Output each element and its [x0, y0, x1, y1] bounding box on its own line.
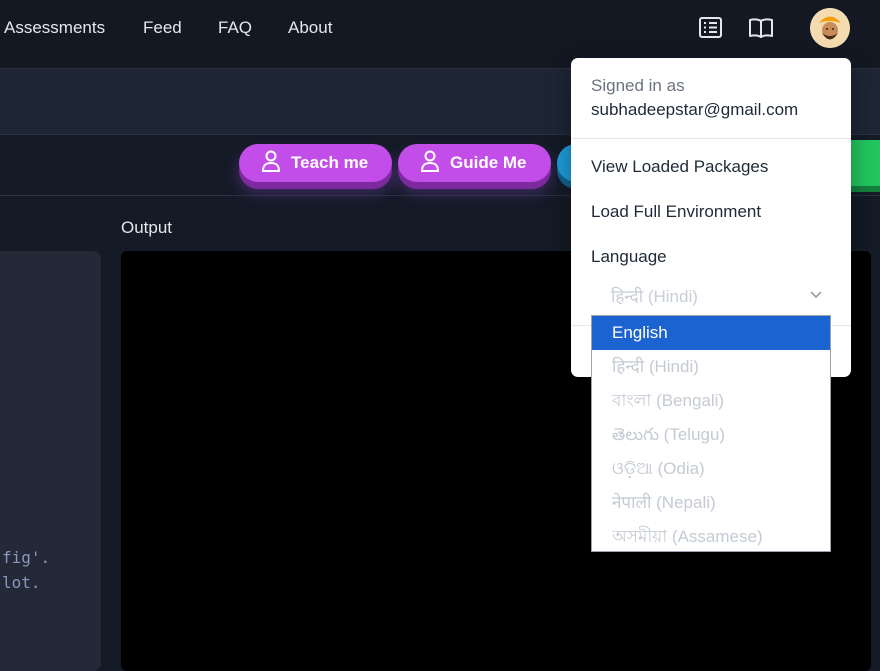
guide-me-label: Guide Me [450, 153, 527, 172]
language-label: Language [591, 247, 667, 266]
avatar[interactable] [810, 8, 850, 48]
nav-link-about[interactable]: About [288, 18, 332, 38]
user-email: subhadeepstar@gmail.com [591, 100, 799, 119]
language-select[interactable]: हिन्दी (Hindi) [591, 278, 833, 312]
code-editor[interactable]: fig'. lot. [0, 251, 101, 671]
nav-link-feed[interactable]: Feed [143, 18, 182, 38]
book-icon[interactable] [748, 15, 774, 41]
view-loaded-packages-item[interactable]: View Loaded Packages [591, 157, 768, 177]
language-option-bengali[interactable]: বাংলা (Bengali) [592, 384, 830, 418]
signed-in-label: Signed in as [591, 76, 685, 95]
list-icon[interactable] [698, 15, 724, 41]
load-full-environment-item[interactable]: Load Full Environment [591, 202, 761, 222]
language-options-list[interactable]: English हिन्दी (Hindi) বাংলা (Bengali) త… [591, 315, 831, 552]
menu-divider [571, 138, 851, 139]
code-line: fig'. [2, 548, 51, 567]
output-label: Output [121, 218, 173, 237]
language-option-telugu[interactable]: తెలుగు (Telugu) [592, 418, 830, 452]
code-line: lot. [2, 573, 41, 592]
person-icon [261, 150, 281, 177]
language-option-odia[interactable]: ଓଡ଼ିଆ (Odia) [592, 452, 830, 486]
chevron-down-icon [809, 286, 823, 306]
teach-me-label: Teach me [291, 153, 369, 172]
language-option-hindi[interactable]: हिन्दी (Hindi) [592, 350, 830, 384]
language-option-assamese[interactable]: অসমীয়া (Assamese) [592, 520, 830, 551]
teach-me-button[interactable]: Teach me [239, 144, 392, 182]
language-option-english[interactable]: English [592, 316, 830, 350]
nav-link-faq[interactable]: FAQ [218, 18, 252, 38]
guide-me-button[interactable]: Guide Me [398, 144, 551, 182]
nav-link-assessments[interactable]: Assessments [4, 18, 105, 38]
language-selected-value: हिन्दी (Hindi) [611, 287, 698, 306]
person-icon [420, 150, 440, 177]
language-option-nepali[interactable]: नेपाली (Nepali) [592, 486, 830, 520]
